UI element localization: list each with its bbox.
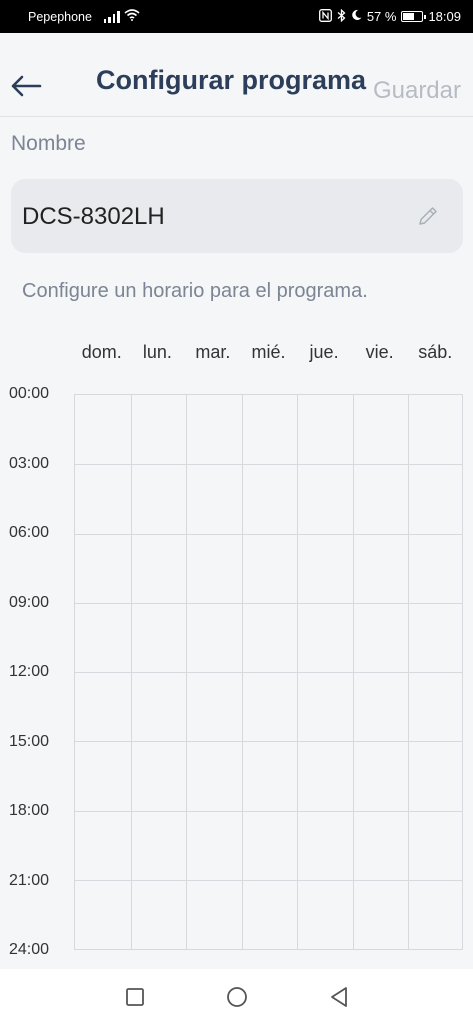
time-label: 15:00	[9, 732, 50, 750]
day-header-row: dom. lun. mar. mié. jue. vie. sáb.	[74, 342, 464, 366]
grid-row-divider	[75, 533, 462, 535]
grid-row-divider	[75, 602, 462, 604]
arrow-left-icon	[11, 75, 42, 97]
time-label: 21:00	[9, 871, 50, 889]
square-icon	[125, 987, 144, 1006]
system-back-button[interactable]	[328, 986, 350, 1008]
name-value: DCS-8302LH	[22, 203, 165, 230]
time-label: 18:00	[9, 802, 50, 819]
triangle-back-icon	[330, 986, 347, 1007]
time-label: 06:00	[9, 524, 50, 541]
system-nav-bar	[0, 969, 473, 1024]
time-label: 24:00	[9, 941, 50, 958]
time-label: 09:00	[9, 593, 50, 611]
circle-icon	[226, 986, 247, 1007]
moon-icon	[351, 9, 362, 24]
nfc-icon	[318, 8, 332, 25]
page-title: Configurar programa	[96, 65, 367, 95]
carrier-name: Pepephone	[28, 9, 92, 24]
name-field[interactable]: DCS-8302LH	[11, 179, 463, 253]
day-header: sáb.	[418, 342, 453, 362]
time-label: 00:00	[9, 385, 50, 402]
back-button[interactable]	[8, 71, 44, 101]
signal-icon	[103, 10, 120, 23]
time-label: 03:00	[9, 454, 50, 472]
status-bar: Pepephone 57 % 18:09	[0, 0, 473, 33]
day-header: dom.	[81, 342, 122, 362]
pencil-icon[interactable]	[417, 205, 439, 227]
name-label: Nombre	[11, 132, 86, 155]
app-header: Configurar programa Guardar	[0, 33, 473, 117]
save-button[interactable]: Guardar	[373, 77, 461, 105]
battery-icon	[401, 11, 427, 22]
battery-percent: 57 %	[366, 9, 397, 24]
bluetooth-icon	[337, 8, 346, 25]
time-label: 12:00	[9, 663, 50, 680]
grid-row-divider	[75, 741, 462, 743]
recent-apps-button[interactable]	[124, 986, 146, 1008]
grid-row-divider	[75, 672, 462, 673]
grid-row-divider	[75, 464, 462, 466]
grid-row-divider	[75, 879, 462, 881]
grid-row-divider	[75, 810, 462, 812]
day-header: lun.	[142, 342, 172, 362]
day-header: vie.	[365, 342, 394, 362]
wifi-icon	[124, 9, 140, 24]
schedule-grid[interactable]	[74, 394, 463, 950]
clock: 18:09	[428, 9, 461, 24]
home-button[interactable]	[226, 986, 248, 1008]
day-header: mié.	[251, 342, 286, 362]
day-header: jue.	[309, 342, 339, 362]
schedule-hint: Configure un horario para el programa.	[22, 280, 368, 302]
day-header: mar.	[195, 342, 231, 362]
